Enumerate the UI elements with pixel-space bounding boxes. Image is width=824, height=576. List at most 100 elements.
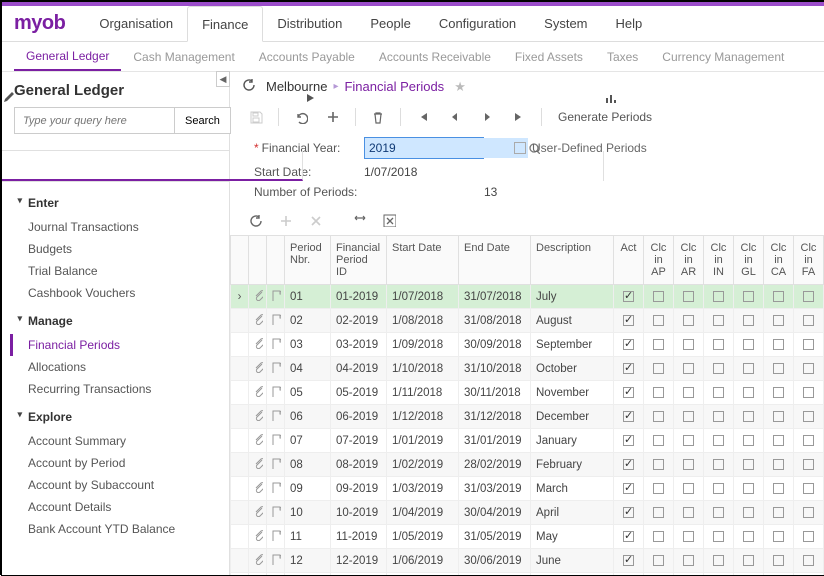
- grid-header-act[interactable]: Act: [614, 236, 644, 285]
- cell-checkbox[interactable]: [644, 381, 674, 405]
- cell-checkbox[interactable]: [674, 381, 704, 405]
- cell-start[interactable]: 1/04/2019: [387, 501, 459, 525]
- sidebar-tab-run[interactable]: [303, 151, 604, 181]
- attachment-icon[interactable]: [249, 357, 267, 381]
- cell-fpid[interactable]: 12-2019: [331, 549, 387, 573]
- cell-desc[interactable]: April: [531, 501, 614, 525]
- topnav-help[interactable]: Help: [602, 6, 657, 42]
- cell-checkbox[interactable]: [644, 501, 674, 525]
- cell-checkbox[interactable]: [764, 381, 794, 405]
- cell-checkbox[interactable]: [704, 477, 734, 501]
- cell-start[interactable]: 1/05/2019: [387, 525, 459, 549]
- cell-checkbox[interactable]: [734, 453, 764, 477]
- cell-fpid[interactable]: 03-2019: [331, 333, 387, 357]
- grid-header-description[interactable]: Description: [531, 236, 614, 285]
- subnav-taxes[interactable]: Taxes: [595, 43, 650, 71]
- cell-checkbox[interactable]: [734, 477, 764, 501]
- cell-checkbox[interactable]: [644, 333, 674, 357]
- cell-checkbox[interactable]: [794, 477, 824, 501]
- cell-checkbox[interactable]: [704, 333, 734, 357]
- cell-checkbox[interactable]: [674, 429, 704, 453]
- cell-end[interactable]: 31/07/2018: [459, 285, 531, 309]
- cell-checkbox[interactable]: [674, 525, 704, 549]
- cell-desc[interactable]: May: [531, 525, 614, 549]
- subnav-accounts-payable[interactable]: Accounts Payable: [247, 43, 367, 71]
- cell-desc[interactable]: February: [531, 453, 614, 477]
- cell-checkbox[interactable]: [704, 525, 734, 549]
- cell-desc[interactable]: August: [531, 309, 614, 333]
- cell-checkbox[interactable]: [764, 477, 794, 501]
- note-icon[interactable]: [267, 549, 285, 573]
- cell-checkbox[interactable]: [674, 405, 704, 429]
- topnav-configuration[interactable]: Configuration: [425, 6, 530, 42]
- note-icon[interactable]: [267, 477, 285, 501]
- cell-checkbox[interactable]: [704, 501, 734, 525]
- cell-start[interactable]: 1/09/2018: [387, 333, 459, 357]
- attachment-icon[interactable]: [249, 333, 267, 357]
- cell-checkbox[interactable]: [794, 285, 824, 309]
- table-row[interactable]: 0404-20191/10/201831/10/2018October: [231, 357, 824, 381]
- sidebar-section-enter[interactable]: Enter: [10, 190, 221, 216]
- cell-end[interactable]: 31/12/2018: [459, 405, 531, 429]
- cell-checkbox[interactable]: [644, 453, 674, 477]
- table-row[interactable]: 0606-20191/12/201831/12/2018December: [231, 405, 824, 429]
- topnav-organisation[interactable]: Organisation: [85, 6, 187, 42]
- cell-nbr[interactable]: 07: [285, 429, 331, 453]
- cell-checkbox[interactable]: [644, 429, 674, 453]
- cell-checkbox[interactable]: [674, 333, 704, 357]
- sidebar-item-account-details[interactable]: Account Details: [10, 496, 221, 518]
- cell-nbr[interactable]: 08: [285, 453, 331, 477]
- cell-checkbox[interactable]: [614, 285, 644, 309]
- note-icon[interactable]: [267, 405, 285, 429]
- cell-end[interactable]: 31/10/2018: [459, 357, 531, 381]
- note-icon[interactable]: [267, 525, 285, 549]
- table-row[interactable]: 0303-20191/09/201830/09/2018September: [231, 333, 824, 357]
- cell-nbr[interactable]: 11: [285, 525, 331, 549]
- grid-header-clc-in-gl[interactable]: Clc in GL: [734, 236, 764, 285]
- grid-header-end-date[interactable]: End Date: [459, 236, 531, 285]
- cell-checkbox[interactable]: [794, 501, 824, 525]
- cell-checkbox[interactable]: [704, 549, 734, 573]
- cell-fpid[interactable]: 05-2019: [331, 381, 387, 405]
- cell-start[interactable]: 1/02/2019: [387, 453, 459, 477]
- cell-nbr[interactable]: 02: [285, 309, 331, 333]
- cell-checkbox[interactable]: [614, 333, 644, 357]
- cell-start[interactable]: 1/01/2019: [387, 429, 459, 453]
- table-row[interactable]: 1010-20191/04/201930/04/2019April: [231, 501, 824, 525]
- attachment-icon[interactable]: [249, 453, 267, 477]
- cell-checkbox[interactable]: [614, 405, 644, 429]
- cell-fpid[interactable]: 11-2019: [331, 525, 387, 549]
- cell-checkbox[interactable]: [614, 381, 644, 405]
- cell-checkbox[interactable]: [614, 501, 644, 525]
- cell-fpid[interactable]: 10-2019: [331, 501, 387, 525]
- cell-fpid[interactable]: 02-2019: [331, 309, 387, 333]
- cell-checkbox[interactable]: [764, 525, 794, 549]
- cell-desc[interactable]: January: [531, 429, 614, 453]
- cell-checkbox[interactable]: [734, 501, 764, 525]
- sidebar-item-budgets[interactable]: Budgets: [10, 238, 221, 260]
- cell-checkbox[interactable]: [644, 357, 674, 381]
- subnav-accounts-receivable[interactable]: Accounts Receivable: [367, 43, 503, 71]
- cell-start[interactable]: 1/08/2018: [387, 309, 459, 333]
- sidebar-item-trial-balance[interactable]: Trial Balance: [10, 260, 221, 282]
- cell-checkbox[interactable]: [794, 333, 824, 357]
- table-row[interactable]: 0707-20191/01/201931/01/2019January: [231, 429, 824, 453]
- cell-checkbox[interactable]: [794, 453, 824, 477]
- cell-checkbox[interactable]: [764, 501, 794, 525]
- cell-checkbox[interactable]: [644, 285, 674, 309]
- cell-checkbox[interactable]: [614, 477, 644, 501]
- cell-end[interactable]: 30/04/2019: [459, 501, 531, 525]
- cell-checkbox[interactable]: [764, 549, 794, 573]
- note-icon[interactable]: [267, 285, 285, 309]
- cell-checkbox[interactable]: [674, 453, 704, 477]
- sidebar-tab-report[interactable]: [604, 151, 824, 181]
- subnav-fixed-assets[interactable]: Fixed Assets: [503, 43, 595, 71]
- cell-nbr[interactable]: 06: [285, 405, 331, 429]
- cell-checkbox[interactable]: [794, 405, 824, 429]
- cell-checkbox[interactable]: [734, 285, 764, 309]
- table-row[interactable]: 1212-20191/06/201930/06/2019June: [231, 549, 824, 573]
- cell-desc[interactable]: November: [531, 381, 614, 405]
- table-row[interactable]: 0808-20191/02/201928/02/2019February: [231, 453, 824, 477]
- grid-header-clc-in-ca[interactable]: Clc in CA: [764, 236, 794, 285]
- cell-checkbox[interactable]: [614, 309, 644, 333]
